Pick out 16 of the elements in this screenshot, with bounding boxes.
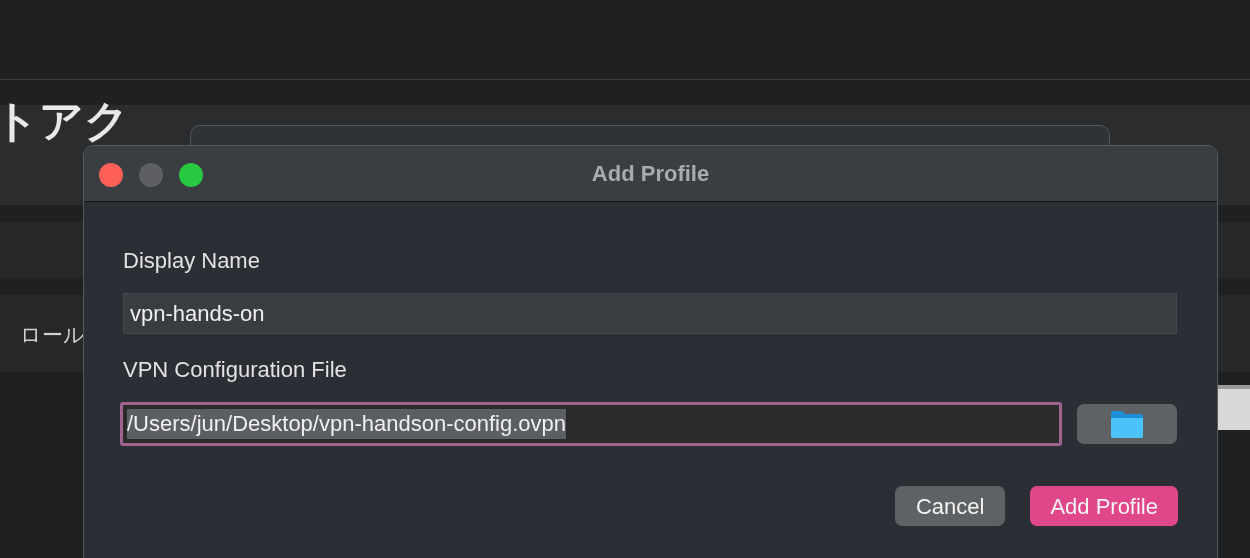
input-field[interactable]: /Users/jun/Desktop/vpn-handson-config.ovpn (120, 402, 1062, 446)
field-label: VPN Configuration File (123, 356, 348, 384)
panel-edge (1218, 385, 1250, 430)
cancel-button[interactable]: Cancel (894, 486, 1006, 526)
row-text: ロール (20, 322, 85, 349)
add-button[interactable]: Add Profile (1030, 486, 1178, 526)
close-icon[interactable] (99, 163, 123, 187)
browse-button[interactable] (1077, 404, 1177, 444)
folder-icon (1110, 409, 1144, 439)
field-value: /Users/jun/Desktop/vpn-handson-config.ovpn (127, 409, 567, 439)
zoom-icon[interactable] (179, 163, 203, 187)
field-value: vpn-hands-on (130, 299, 265, 328)
page-heading: トアク (0, 94, 129, 148)
window-title: Add Profile (591, 160, 710, 188)
input-field[interactable]: vpn-hands-on (123, 293, 1177, 334)
field-label: Display Name (123, 247, 261, 275)
